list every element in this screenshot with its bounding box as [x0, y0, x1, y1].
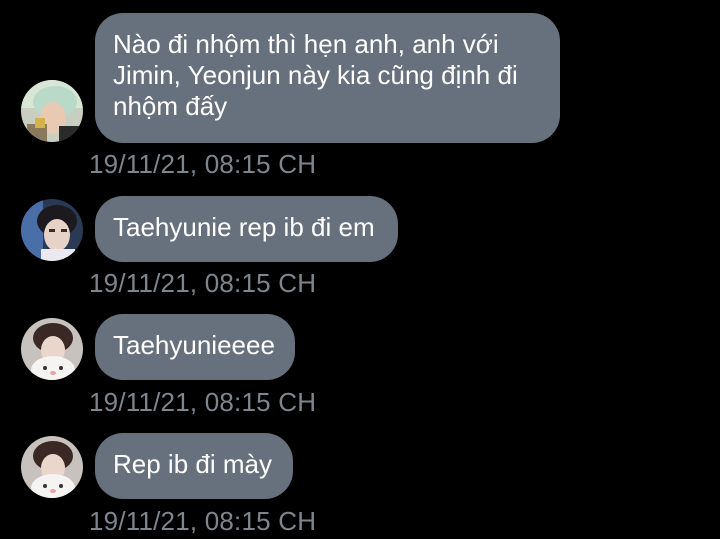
message-timestamp: 19/11/21, 08:15 CH: [89, 149, 317, 179]
avatar[interactable]: [21, 318, 83, 380]
avatar[interactable]: [21, 199, 83, 261]
avatar[interactable]: [21, 80, 83, 142]
avatar[interactable]: [21, 436, 83, 498]
message-bubble[interactable]: Taehyunieeee: [95, 314, 295, 380]
message-bubble[interactable]: Taehyunie rep ib đi em: [95, 196, 398, 262]
message-timestamp: 19/11/21, 08:15 CH: [89, 387, 317, 417]
message-bubble[interactable]: Nào đi nhộm thì hẹn anh, anh với Jimin, …: [95, 13, 560, 143]
message-timestamp: 19/11/21, 08:15 CH: [89, 268, 317, 298]
message-timestamp: 19/11/21, 08:15 CH: [89, 506, 317, 536]
message-bubble[interactable]: Rep ib đi mày: [95, 433, 293, 499]
